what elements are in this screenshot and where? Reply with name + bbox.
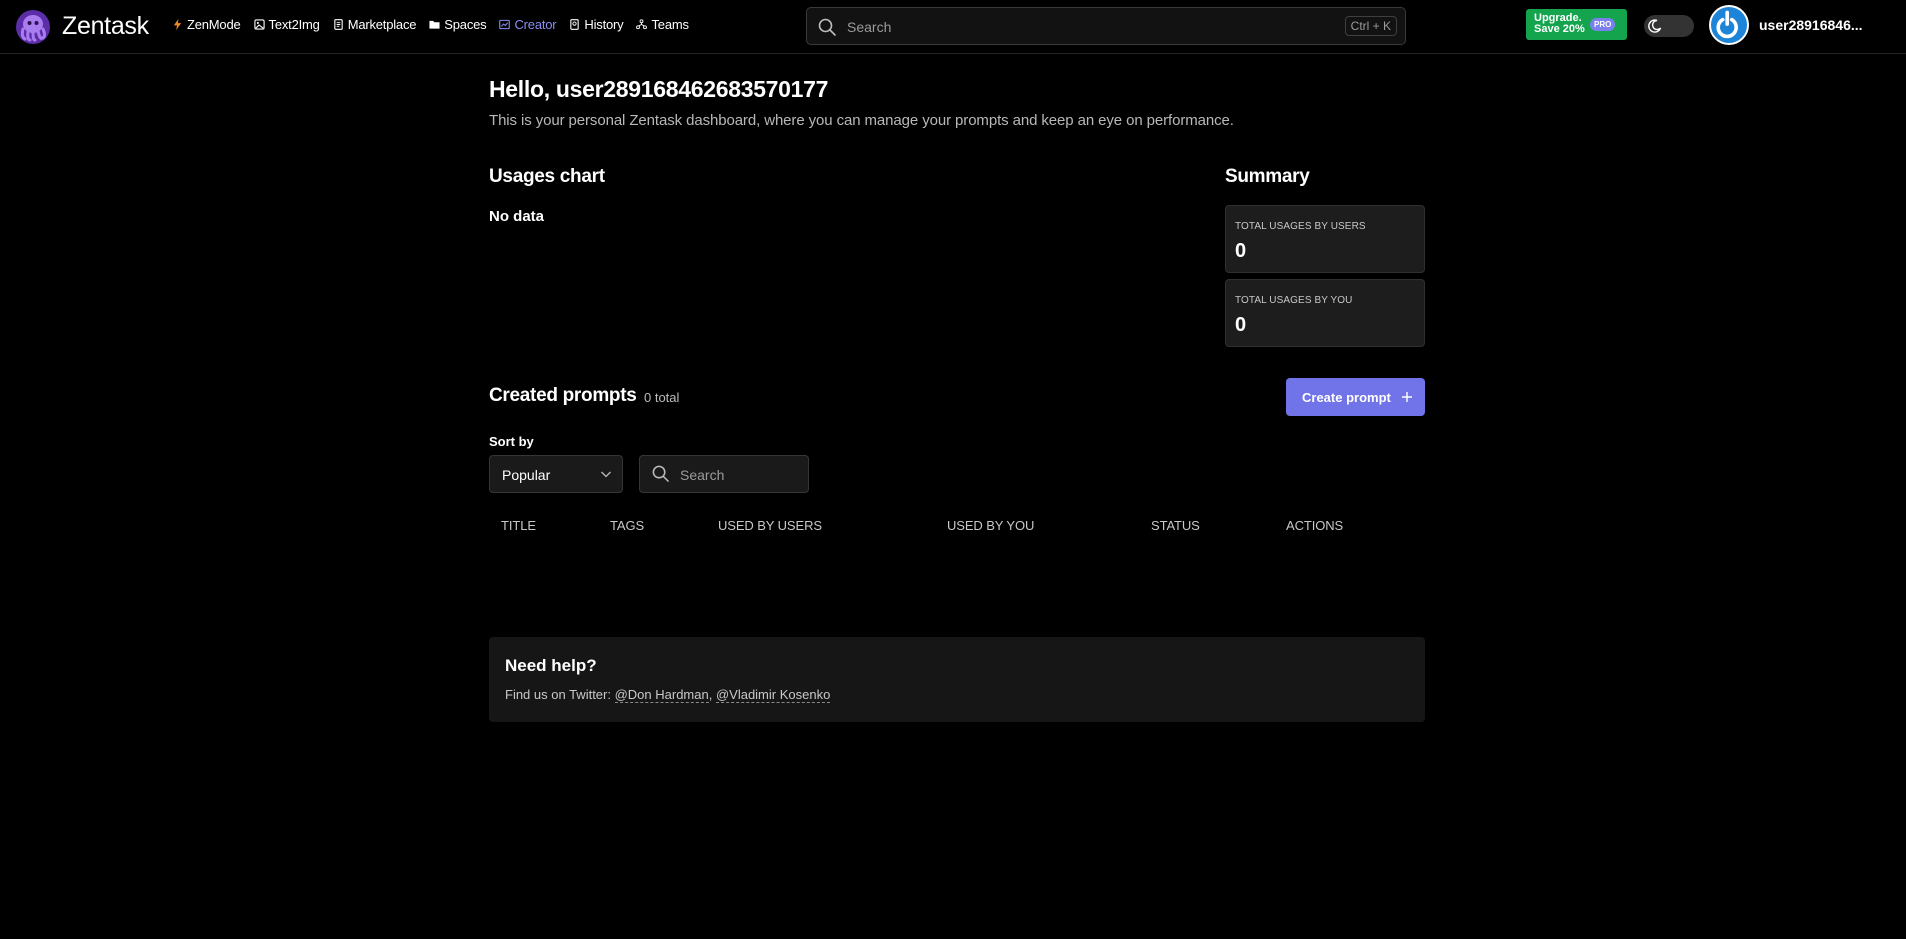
summary-card-value: 0	[1235, 240, 1247, 262]
chevron-down-icon	[601, 471, 611, 478]
folder-icon	[429, 20, 440, 29]
summary-card-you: TOTAL USAGES BY YOU 0	[1225, 279, 1425, 347]
search-icon	[652, 465, 669, 482]
table-header-title[interactable]: TITLE	[501, 518, 536, 533]
octopus-logo-icon[interactable]	[15, 9, 51, 45]
nav-marketplace[interactable]: Marketplace	[333, 17, 417, 32]
nav-spaces-label: Spaces	[444, 17, 487, 32]
nav-text2img[interactable]: Text2Img	[253, 17, 320, 32]
created-prompts-count: 0 total	[644, 390, 680, 405]
upgrade-button[interactable]: Upgrade. Save 20% PRO	[1526, 9, 1627, 40]
table-header-used-by-users[interactable]: USED BY USERS	[718, 518, 822, 533]
summary-card-value: 0	[1235, 314, 1247, 336]
sort-select[interactable]: Popular	[489, 455, 623, 493]
nav-text2img-label: Text2Img	[268, 17, 320, 32]
created-prompts-heading: Created prompts	[489, 385, 637, 406]
page-subtitle: This is your personal Zentask dashboard,…	[489, 112, 1234, 129]
prompt-search-placeholder: Search	[680, 467, 725, 483]
plus-icon	[1402, 392, 1412, 402]
help-separator: ,	[708, 687, 716, 702]
sort-by-label: Sort by	[489, 434, 534, 449]
table-header-status[interactable]: STATUS	[1151, 518, 1200, 533]
image-icon	[253, 19, 265, 30]
bolt-icon	[173, 19, 182, 30]
document-icon	[333, 19, 343, 30]
upgrade-line2: Save 20%	[1534, 23, 1585, 35]
dashboard-main: Hello, user289168462683570177 This is yo…	[489, 0, 1425, 939]
nav-zenmode[interactable]: ZenMode	[172, 17, 241, 32]
table-header-used-by-you[interactable]: USED BY YOU	[947, 518, 1034, 533]
nav-marketplace-label: Marketplace	[347, 17, 417, 32]
moon-icon	[1648, 19, 1662, 33]
summary-heading: Summary	[1225, 166, 1310, 187]
table-header-actions: ACTIONS	[1286, 518, 1344, 533]
help-prefix: Find us on Twitter:	[505, 687, 615, 702]
help-panel: Need help? Find us on Twitter: @Don Hard…	[489, 637, 1425, 722]
username-label[interactable]: user28916846...	[1759, 17, 1863, 33]
prompt-search-input[interactable]: Search	[639, 455, 809, 493]
table-header-tags[interactable]: TAGS	[610, 518, 644, 533]
help-text: Find us on Twitter: @Don Hardman, @Vladi…	[505, 687, 831, 703]
theme-toggle[interactable]	[1644, 15, 1694, 37]
brand-name[interactable]: Zentask	[62, 12, 149, 41]
summary-card-users: TOTAL USAGES BY USERS 0	[1225, 205, 1425, 273]
summary-card-label: TOTAL USAGES BY USERS	[1235, 221, 1366, 232]
summary-card-label: TOTAL USAGES BY YOU	[1235, 295, 1353, 306]
avatar[interactable]	[1709, 5, 1749, 45]
help-title: Need help?	[505, 656, 597, 675]
twitter-link-don[interactable]: @Don Hardman	[614, 687, 709, 703]
sort-select-value: Popular	[502, 467, 551, 483]
usages-chart-heading: Usages chart	[489, 166, 605, 187]
create-prompt-button[interactable]: Create prompt	[1286, 378, 1425, 416]
twitter-link-vladimir[interactable]: @Vladimir Kosenko	[715, 687, 831, 703]
power-icon	[1716, 10, 1738, 39]
pro-badge: PRO	[1590, 18, 1616, 31]
usages-chart-empty: No data	[489, 208, 545, 225]
nav-spaces[interactable]: Spaces	[429, 17, 487, 32]
nav-zenmode-label: ZenMode	[187, 17, 241, 32]
page-title: Hello, user289168462683570177	[489, 76, 829, 102]
create-prompt-label: Create prompt	[1302, 390, 1391, 405]
